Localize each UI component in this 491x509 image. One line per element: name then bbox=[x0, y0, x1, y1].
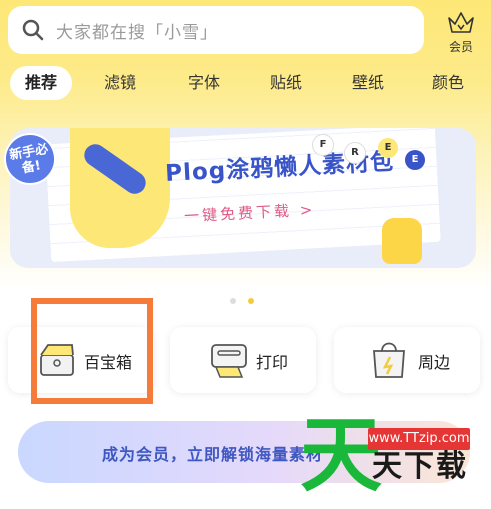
vip-label: 会员 bbox=[448, 40, 473, 54]
tab-colors[interactable]: 颜色 bbox=[422, 66, 474, 100]
watermark-url: www.TTzip.com bbox=[368, 428, 470, 450]
search-icon bbox=[22, 19, 44, 41]
member-banner-label: 成为会员，立即解锁海量素材 bbox=[102, 445, 324, 464]
shopping-bag-icon bbox=[373, 342, 405, 378]
tab-recommend[interactable]: 推荐 bbox=[10, 66, 72, 100]
pagination-dot bbox=[230, 298, 236, 304]
free-letter-f: F bbox=[312, 134, 334, 156]
free-letter-r: R bbox=[344, 142, 366, 164]
search-bar[interactable]: 大家都在搜「小雪」 bbox=[8, 6, 424, 54]
card-print[interactable]: 打印 bbox=[170, 327, 316, 393]
banner-hand-shape bbox=[70, 128, 170, 248]
printer-icon bbox=[211, 344, 247, 378]
card-print-label: 打印 bbox=[256, 353, 289, 372]
crown-icon bbox=[448, 12, 474, 33]
category-tabs: 推荐 滤镜 字体 贴纸 壁纸 颜色 bbox=[8, 66, 488, 100]
tab-filters[interactable]: 滤镜 bbox=[94, 66, 146, 100]
watermark-text: 天下载 bbox=[372, 449, 468, 484]
gummy-bear-icon bbox=[382, 218, 422, 264]
highlight-box bbox=[31, 298, 153, 404]
tab-fonts[interactable]: 字体 bbox=[178, 66, 230, 100]
free-letter-e1: E bbox=[378, 138, 398, 158]
tab-wallpapers[interactable]: 壁纸 bbox=[342, 66, 394, 100]
card-merch[interactable]: 周边 bbox=[334, 327, 480, 393]
card-merch-label: 周边 bbox=[418, 353, 451, 372]
tab-stickers[interactable]: 贴纸 bbox=[260, 66, 312, 100]
free-letter-e2: E bbox=[405, 150, 425, 170]
vip-button[interactable]: 会员 bbox=[436, 10, 486, 55]
pagination-dot-active bbox=[248, 298, 254, 304]
search-placeholder: 大家都在搜「小雪」 bbox=[56, 22, 218, 43]
